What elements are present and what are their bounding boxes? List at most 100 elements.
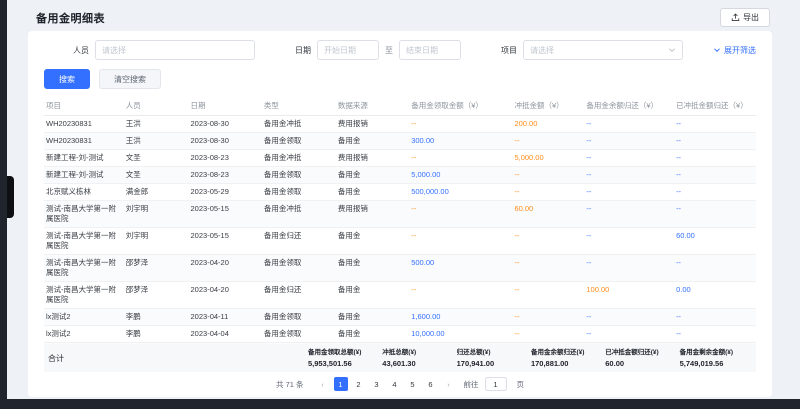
date-end-input[interactable] [399,40,461,60]
summary-item-return-total: 归还总额(¥) 170,941.00 [457,348,531,368]
date-start-input[interactable] [317,40,379,60]
type-cell: 备用金冲抵 [262,201,336,227]
goto-page-input[interactable] [485,377,507,391]
amount-cell: -- [512,228,584,254]
amount-cell: -- [512,167,584,183]
type-cell: 备用金领取 [262,167,336,183]
page-button-6[interactable]: 6 [424,377,438,391]
amount-cell: -- [512,184,584,200]
date-filter-label: 日期 [295,45,311,56]
table-row[interactable]: WH20230831王洪2023-08-30备用金冲抵费用报销--200.00-… [44,116,756,133]
amount-cell: 1,600.00 [409,309,512,325]
column-header-offset-return: 已冲抵金额归还（¥） [674,97,756,115]
table-row[interactable]: 新建工程-刘-测试文圣2023-08-23备用金领取备用金5,000.00---… [44,167,756,184]
amount-cell: 500.00 [409,255,512,281]
petty-cash-report-page: 备用金明细表 导出 人员 日期 至 项目 请选择 [0,0,800,409]
amount-cell: -- [674,309,756,325]
column-header-offset-amount: 冲抵金额（¥） [512,97,584,115]
amount-cell: 5,000.00 [512,150,584,166]
amount-cell: -- [409,150,512,166]
export-button[interactable]: 导出 [720,8,770,27]
amount-cell: -- [584,309,674,325]
column-header-type: 类型 [262,97,336,115]
next-page-button[interactable]: › [442,377,456,391]
amount-cell: -- [409,282,512,308]
amount-cell: -- [584,326,674,342]
pagination: 共 71 条 ‹ 1 2 3 4 5 6 › 前往 页 [44,372,756,395]
amount-cell: 5,000.00 [409,167,512,183]
sidebar-expand-handle[interactable] [7,176,14,218]
table-header: 项目 人员 日期 类型 数据来源 备用金领取金额（¥） 冲抵金额（¥） 备用金余… [44,97,756,116]
project-filter-label: 项目 [501,45,517,56]
table-row[interactable]: 测试-南昌大学第一附属医院刘宇明2023-05-15备用金冲抵费用报销--60.… [44,201,756,228]
date-range-separator: 至 [385,45,393,56]
person-filter-input[interactable] [95,40,255,60]
source-cell: 备用金 [336,282,409,308]
amount-cell: 10,000.00 [409,326,512,342]
page-title: 备用金明细表 [36,10,105,26]
type-cell: 备用金领取 [262,255,336,281]
summary-item-balance-return: 备用金余额归还(¥) 170,881.00 [531,348,605,368]
page-button-1[interactable]: 1 [334,377,348,391]
source-cell: 备用金 [336,184,409,200]
date-cell: 2023-05-15 [189,201,262,227]
page-button-3[interactable]: 3 [370,377,384,391]
person-cell: 文圣 [124,167,189,183]
date-filter-group: 日期 至 [295,40,461,60]
table-body: WH20230831王洪2023-08-30备用金冲抵费用报销--200.00-… [44,116,756,344]
project-cell: WH20230831 [44,116,124,132]
project-cell: lx测试2 [44,326,124,342]
column-header-date: 日期 [189,97,262,115]
summary-item-offset-total: 冲抵总额(¥) 43,601.30 [382,348,456,368]
type-cell: 备用金领取 [262,326,336,342]
table-row[interactable]: 测试-南昌大学第一附属医院刘宇明2023-05-15备用金归还备用金------… [44,228,756,255]
amount-cell: -- [409,228,512,254]
column-header-received-amount: 备用金领取金额（¥） [409,97,512,115]
person-cell: 王洪 [124,116,189,132]
search-button[interactable]: 搜索 [44,69,90,89]
person-cell: 李鹏 [124,326,189,342]
person-filter-label: 人员 [73,45,89,56]
person-cell: 邵梦泽 [124,255,189,281]
project-cell: 测试-南昌大学第一附属医院 [44,282,124,308]
prev-page-button[interactable]: ‹ [316,377,330,391]
project-cell: 北京赋义栋林 [44,184,124,200]
type-cell: 备用金领取 [262,133,336,149]
date-cell: 2023-08-30 [189,133,262,149]
page-button-4[interactable]: 4 [388,377,402,391]
date-cell: 2023-05-15 [189,228,262,254]
amount-cell: 100.00 [584,282,674,308]
table-row[interactable]: 北京赋义栋林满金郎2023-05-29备用金领取备用金500,000.00---… [44,184,756,201]
table-row[interactable]: 测试-南昌大学第一附属医院邵梦泽2023-04-20备用金归还备用金----10… [44,282,756,309]
export-icon [731,13,740,22]
type-cell: 备用金领取 [262,184,336,200]
table-row[interactable]: 新建工程-刘-测试文圣2023-08-23备用金冲抵费用报销--5,000.00… [44,150,756,167]
amount-cell: -- [674,167,756,183]
amount-cell: -- [674,184,756,200]
amount-cell: -- [409,201,512,227]
amount-cell: -- [674,201,756,227]
expand-filters-link[interactable]: 展开筛选 [713,45,756,56]
project-filter-select[interactable]: 请选择 [523,40,683,60]
table-row[interactable]: 测试-南昌大学第一附属医院邵梦泽2023-04-20备用金领取备用金500.00… [44,255,756,282]
amount-cell: 60.00 [674,228,756,254]
source-cell: 备用金 [336,309,409,325]
chevron-down-icon [713,46,721,54]
page-button-5[interactable]: 5 [406,377,420,391]
table-row[interactable]: WH20230831王洪2023-08-30备用金领取备用金300.00----… [44,133,756,150]
summary-item-remaining: 备用金剩余金额(¥) 5,749,019.56 [680,348,754,368]
clear-search-button[interactable]: 清空搜索 [99,69,161,89]
collapsed-sidebar-strip[interactable] [0,0,7,409]
amount-cell: -- [512,326,584,342]
date-cell: 2023-05-29 [189,184,262,200]
source-cell: 费用报销 [336,116,409,132]
table-row[interactable]: lx测试2李鹏2023-04-11备用金领取备用金1,600.00------ [44,309,756,326]
filter-bar: 人员 日期 至 项目 请选择 [44,39,756,61]
amount-cell: -- [674,133,756,149]
amount-cell: -- [512,255,584,281]
page-button-2[interactable]: 2 [352,377,366,391]
expand-filters-label: 展开筛选 [724,45,756,56]
table-row[interactable]: lx测试2李鹏2023-04-04备用金领取备用金10,000.00------ [44,326,756,343]
person-cell: 李鹏 [124,309,189,325]
amount-cell: 0.00 [674,282,756,308]
